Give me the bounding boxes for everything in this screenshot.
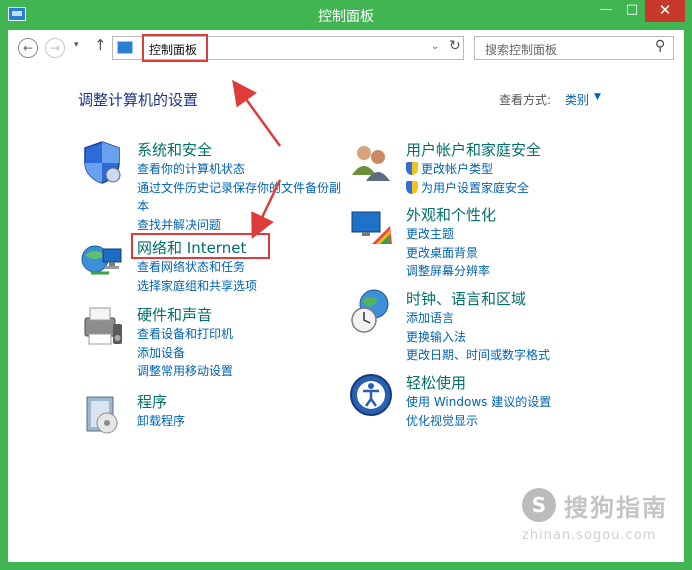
link-screen-resolution[interactable]: 调整屏幕分辨率 (406, 262, 616, 281)
up-arrow-icon[interactable]: ↑ (94, 36, 107, 54)
address-dropdown-icon[interactable]: ⌄ (431, 41, 439, 52)
link-file-history-backup[interactable]: 通过文件历史记录保存你的文件备份副本 (137, 179, 347, 216)
address-location-icon (117, 41, 133, 54)
link-troubleshoot[interactable]: 查找并解决问题 (137, 216, 347, 235)
link-optimize-visual-display[interactable]: 优化视觉显示 (406, 412, 616, 431)
maximize-button[interactable]: □ (619, 0, 645, 22)
users-icon (352, 146, 390, 181)
shield-icon (84, 141, 121, 184)
watermark-text: 搜狗指南 (564, 494, 668, 522)
category-title[interactable]: 程序 (137, 391, 167, 412)
address-highlight-annotation (142, 34, 208, 62)
link-desktop-background[interactable]: 更改桌面背景 (406, 244, 616, 263)
watermark-url: zhinan.sogou.com (522, 528, 657, 543)
link-add-device[interactable]: 添加设备 (137, 344, 347, 363)
view-by-label: 查看方式: (499, 93, 552, 107)
sogou-watermark: S 搜狗指南 zhinan.sogou.com (508, 482, 678, 552)
forward-button[interactable]: → (45, 38, 65, 58)
window-title: 控制面板 (318, 9, 374, 25)
link-change-theme[interactable]: 更改主题 (406, 225, 616, 244)
link-change-account-type[interactable]: 更改帐户类型 (406, 160, 616, 179)
view-by-dropdown[interactable]: 类别 (565, 91, 589, 108)
category-title[interactable]: 用户帐户和家庭安全 (406, 139, 541, 160)
category-title[interactable]: 时钟、语言和区域 (406, 288, 526, 309)
link-add-language[interactable]: 添加语言 (406, 309, 616, 328)
link-network-status[interactable]: 查看网络状态和任务 (137, 258, 347, 277)
category-title[interactable]: 轻松使用 (406, 372, 466, 393)
control-panel-window: 控制面板 — □ ✕ ← → ▾ ↑ 控制面板 ⌄ ↻ 搜索控制面板 ⚲ 调整计… (0, 0, 692, 570)
search-box[interactable]: 搜索控制面板 ⚲ (474, 36, 674, 60)
close-button[interactable]: ✕ (645, 0, 685, 22)
uac-shield-icon (406, 162, 418, 175)
link-uninstall-program[interactable]: 卸载程序 (137, 412, 347, 431)
link-date-time-format[interactable]: 更改日期、时间或数字格式 (406, 346, 616, 365)
ease-of-access-icon (350, 374, 392, 416)
recent-locations-icon[interactable]: ▾ (74, 40, 79, 50)
arrow-to-address (232, 79, 282, 147)
title-bar[interactable]: 控制面板 — □ ✕ (0, 0, 692, 30)
link-recommended-settings[interactable]: 使用 Windows 建议的设置 (406, 393, 616, 412)
navigation-toolbar: ← → ▾ ↑ 控制面板 ⌄ ↻ 搜索控制面板 ⚲ (8, 30, 684, 66)
network-highlight-annotation (131, 233, 270, 259)
search-icon[interactable]: ⚲ (655, 38, 665, 54)
programs-icon (86, 396, 118, 434)
refresh-icon[interactable]: ↻ (449, 38, 461, 54)
category-title[interactable]: 系统和安全 (137, 139, 212, 160)
minimize-button[interactable]: — (593, 0, 619, 22)
category-title[interactable]: 外观和个性化 (406, 204, 496, 225)
link-change-input-method[interactable]: 更换输入法 (406, 328, 616, 347)
category-title[interactable]: 硬件和声音 (137, 304, 212, 325)
page-title: 调整计算机的设置 (78, 91, 199, 109)
chevron-down-icon[interactable]: ▼ (594, 92, 601, 102)
window-content: ← → ▾ ↑ 控制面板 ⌄ ↻ 搜索控制面板 ⚲ 调整计算机的设置 查看方式:… (8, 30, 684, 562)
clock-globe-icon (351, 289, 389, 333)
appearance-icon (351, 211, 392, 244)
printer-icon (84, 307, 122, 345)
back-button[interactable]: ← (18, 38, 38, 58)
search-input[interactable]: 搜索控制面板 (485, 41, 557, 58)
uac-shield-icon (406, 180, 418, 194)
link-family-safety[interactable]: 为用户设置家庭安全 (406, 179, 616, 198)
link-view-computer-status[interactable]: 查看你的计算机状态 (137, 160, 347, 179)
network-icon (81, 245, 122, 275)
link-homegroup-sharing[interactable]: 选择家庭组和共享选项 (137, 277, 347, 296)
link-mobility-settings[interactable]: 调整常用移动设置 (137, 362, 347, 381)
sogou-logo-icon: S (522, 488, 556, 522)
link-devices-printers[interactable]: 查看设备和打印机 (137, 325, 347, 344)
